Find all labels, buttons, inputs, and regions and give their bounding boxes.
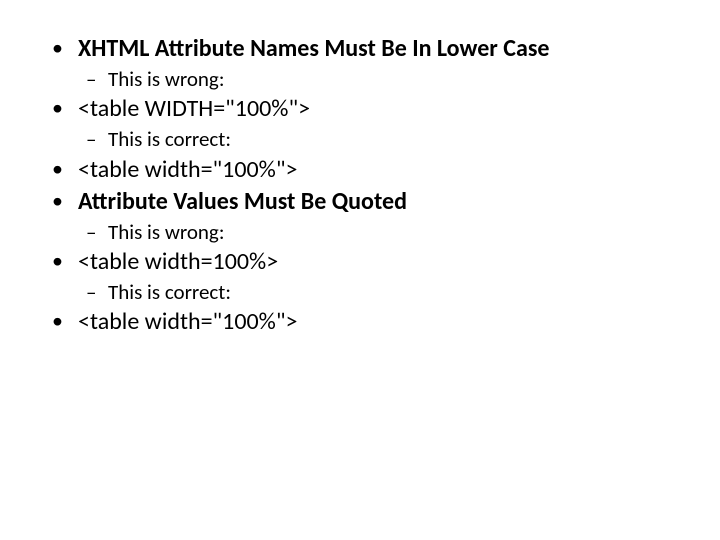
sub-bullet-item: This is wrong: (78, 219, 674, 245)
sub-bullet-item: This is correct: (78, 126, 674, 152)
bullet-item: XHTML Attribute Names Must Be In Lower C… (46, 34, 674, 92)
bullet-list: XHTML Attribute Names Must Be In Lower C… (46, 34, 674, 337)
slide-body: XHTML Attribute Names Must Be In Lower C… (0, 0, 720, 369)
sub-bullet-text: This is wrong: (108, 219, 224, 245)
bullet-item: <table width="100%"> (46, 155, 674, 185)
bullet-text: <table width="100%"> (78, 155, 297, 184)
bullet-text: <table WIDTH="100%"> (78, 94, 310, 123)
bullet-text: XHTML Attribute Names Must Be In Lower C… (78, 34, 549, 63)
sub-bullet-list: This is wrong: (78, 66, 674, 92)
bullet-item: Attribute Values Must Be Quoted This is … (46, 187, 674, 245)
bullet-item: <table width="100%"> (46, 307, 674, 337)
sub-bullet-list: This is correct: (78, 279, 674, 305)
sub-bullet-item: This is wrong: (78, 66, 674, 92)
sub-bullet-item: This is correct: (78, 279, 674, 305)
sub-bullet-list: This is correct: (78, 126, 674, 152)
bullet-text: <table width="100%"> (78, 307, 297, 336)
sub-bullet-text: This is wrong: (108, 66, 224, 92)
sub-bullet-text: This is correct: (108, 126, 231, 152)
bullet-item: <table width=100%> This is correct: (46, 247, 674, 305)
bullet-text: Attribute Values Must Be Quoted (78, 187, 407, 216)
sub-bullet-list: This is wrong: (78, 219, 674, 245)
bullet-text: <table width=100%> (78, 247, 278, 276)
bullet-item: <table WIDTH="100%"> This is correct: (46, 94, 674, 152)
sub-bullet-text: This is correct: (108, 279, 231, 305)
